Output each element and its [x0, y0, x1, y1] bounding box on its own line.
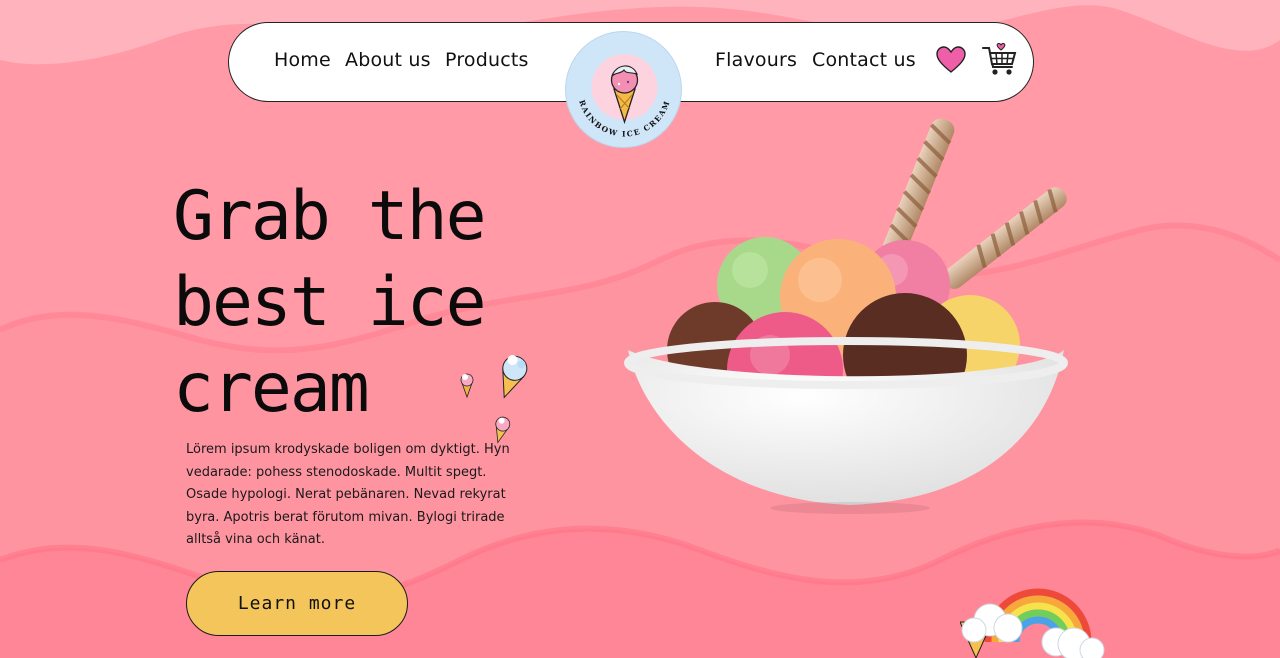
nav-link-products[interactable]: Products: [445, 49, 529, 71]
learn-more-button[interactable]: Learn more: [186, 571, 408, 636]
mini-cones-decoration: [460, 355, 528, 444]
nav-link-about-us[interactable]: About us: [345, 49, 431, 71]
hero-title-line-1: Grab the: [173, 177, 487, 256]
nav-link-contact-us[interactable]: Contact us: [812, 49, 916, 71]
hero-title-line-2: best ice: [173, 263, 487, 342]
nav-link-home[interactable]: Home: [274, 49, 331, 71]
shopping-cart-icon[interactable]: [982, 42, 1018, 78]
rainbow-decoration: [960, 588, 1105, 658]
hero-description: Lörem ipsum krodyskade boligen om dyktig…: [186, 442, 510, 547]
nav-link-flavours[interactable]: Flavours: [715, 49, 797, 71]
ice-cream-bowl-image: [624, 118, 1068, 514]
heart-icon[interactable]: [936, 46, 966, 74]
